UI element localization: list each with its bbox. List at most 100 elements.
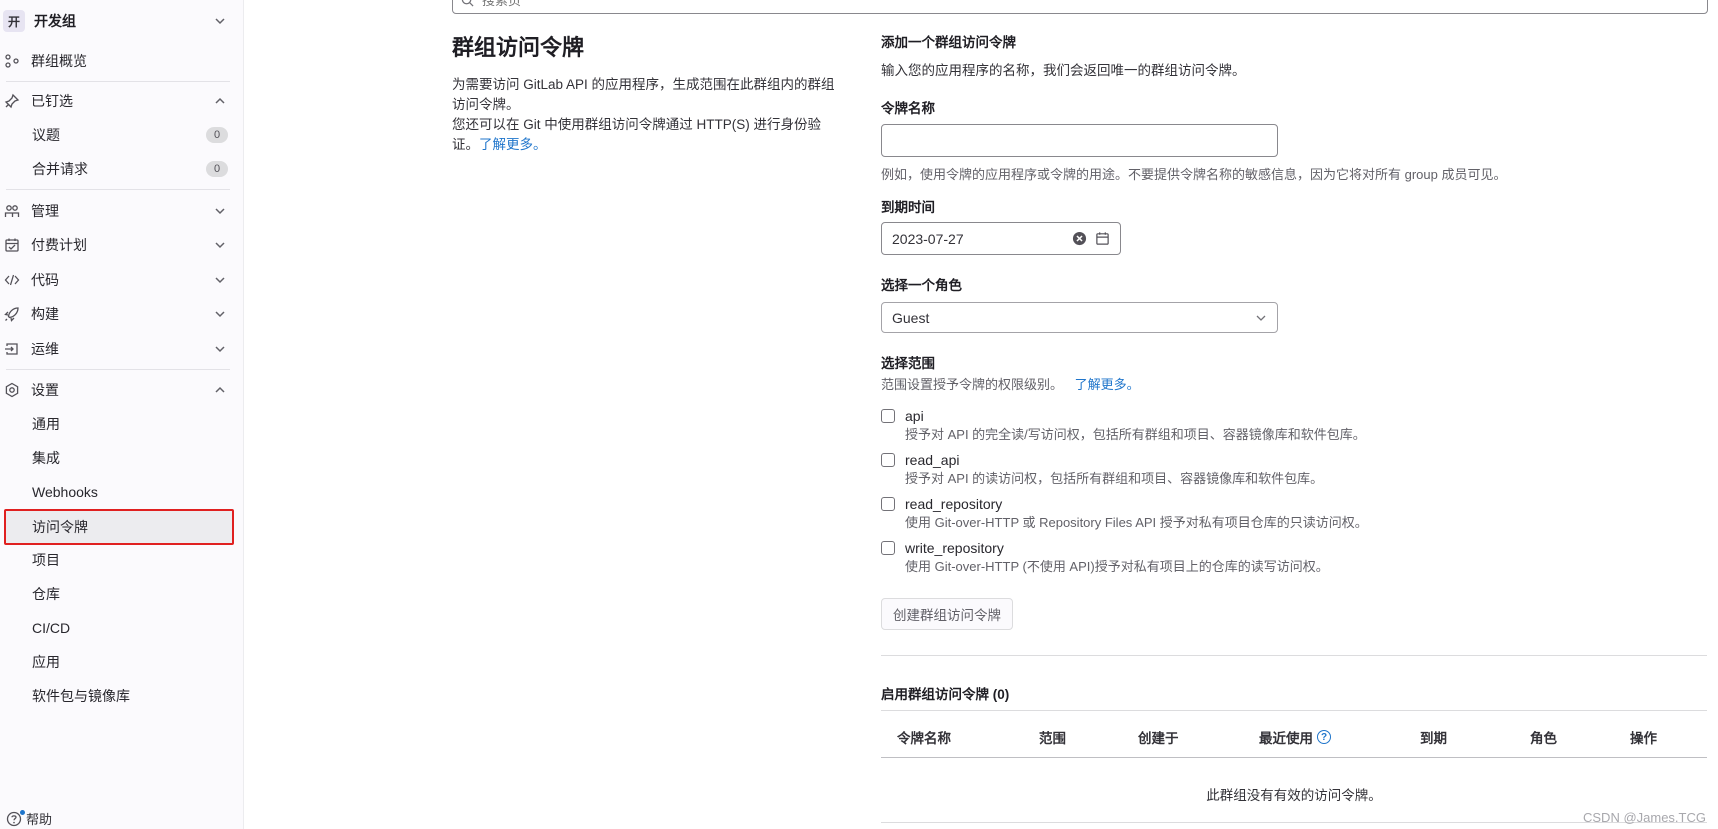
column-header-scopes: 范围 (1039, 731, 1066, 746)
sidebar-item-label: 管理 (31, 203, 59, 219)
page-title: 群组访问令牌 (452, 35, 585, 60)
expiry-date-value: 2023-07-27 (892, 230, 964, 247)
sidebar-item-label: 已钉选 (31, 93, 73, 109)
sidebar-item-access-tokens[interactable]: 访问令牌 (4, 509, 234, 545)
sidebar-item-webhooks[interactable]: Webhooks (0, 477, 236, 507)
sidebar-item-applications[interactable]: 应用 (0, 647, 236, 677)
empty-table-message: 此群组没有有效的访问令牌。 (1206, 788, 1382, 803)
table-top-border (881, 710, 1707, 711)
sidebar-item-label: 群组概览 (31, 53, 87, 69)
expiry-date-field[interactable]: 2023-07-27 (881, 222, 1121, 255)
help-button[interactable]: 帮助 (6, 809, 52, 828)
column-header-actions: 操作 (1630, 731, 1657, 746)
role-select[interactable]: Guest (881, 302, 1278, 333)
chevron-down-icon (212, 341, 228, 357)
search-icon (461, 0, 474, 7)
gear-icon (3, 381, 21, 399)
scope-read-api[interactable]: read_api 授予对 API 的读访问权，包括所有群组和项目、容器镜像库和软… (881, 450, 1323, 488)
sidebar-item-label: 合并请求 (32, 161, 88, 177)
scope-write-repository[interactable]: write_repository 使用 Git-over-HTTP (不使用 A… (881, 538, 1329, 576)
calendar-icon (3, 236, 21, 254)
watermark: CSDN @James.TCG (1583, 810, 1706, 825)
count-badge: 0 (206, 161, 228, 177)
calendar-icon[interactable] (1095, 231, 1110, 246)
token-name-input[interactable] (892, 131, 1267, 150)
search-input[interactable] (480, 0, 1707, 9)
scope-learn-more-link[interactable]: 了解更多。 (1075, 377, 1140, 392)
sidebar-item-label: 议题 (32, 127, 60, 143)
checkbox[interactable] (881, 497, 895, 511)
create-token-button[interactable]: 创建群组访问令牌 (881, 598, 1013, 630)
divider (6, 189, 230, 190)
scope-description: 授予对 API 的读访问权，包括所有群组和项目、容器镜像库和软件包库。 (905, 471, 1324, 486)
sidebar-item-merge-requests[interactable]: 合并请求 0 (0, 154, 236, 184)
learn-more-link[interactable]: 了解更多。 (479, 137, 547, 152)
sidebar-item-label: 设置 (31, 382, 59, 398)
clear-icon[interactable] (1072, 231, 1087, 246)
sidebar-section-manage[interactable]: 管理 (0, 196, 236, 226)
help-label: 帮助 (26, 812, 53, 827)
scope-name: write_repository (905, 540, 1004, 556)
search-bar[interactable] (452, 0, 1708, 14)
scope-description: 使用 Git-over-HTTP 或 Repository Files API … (905, 515, 1368, 530)
deployments-icon (3, 340, 21, 358)
scope-description: 授予对 API 的完全读/写访问权，包括所有群组和项目、容器镜像库和软件包库。 (905, 427, 1366, 442)
sidebar-section-build[interactable]: 构建 (0, 299, 236, 329)
role-label: 选择一个角色 (881, 278, 962, 293)
scope-api[interactable]: api 授予对 API 的完全读/写访问权，包括所有群组和项目、容器镜像库和软件… (881, 406, 1366, 444)
sidebar-item-general[interactable]: 通用 (0, 409, 236, 439)
sidebar-item-overview[interactable]: 群组概览 (0, 46, 236, 76)
group-avatar: 开 (3, 10, 25, 32)
sidebar-item-projects[interactable]: 项目 (0, 545, 236, 575)
sidebar-item-integrations[interactable]: 集成 (0, 443, 236, 473)
column-header-created: 创建于 (1138, 731, 1179, 746)
checkbox[interactable] (881, 541, 895, 555)
sidebar-section-pinned[interactable]: 已钉选 (0, 86, 236, 116)
token-name-field[interactable] (881, 124, 1278, 157)
sidebar-item-repository[interactable]: 仓库 (0, 579, 236, 609)
divider (6, 81, 230, 82)
scope-help: 范围设置授予令牌的权限级别。 了解更多。 (881, 374, 1140, 393)
divider (881, 655, 1707, 656)
rocket-icon (3, 305, 21, 323)
chevron-down-icon (212, 13, 228, 29)
sidebar-section-plan[interactable]: 付费计划 (0, 230, 236, 260)
sidebar: 开 开发组 群组概览 已钉选 议题 0 合并请求 0 管理 付费计划 代码 构建… (0, 0, 244, 829)
sidebar-item-ci-cd[interactable]: CI/CD (0, 613, 236, 643)
sidebar-item-issues[interactable]: 议题 0 (0, 120, 236, 150)
sidebar-section-operate[interactable]: 运维 (0, 334, 236, 364)
column-header-last-used: 最近使用 ? (1259, 727, 1331, 747)
code-icon (3, 271, 21, 289)
column-header-role: 角色 (1530, 731, 1557, 746)
scope-name: read_api (905, 452, 960, 468)
chevron-down-icon (212, 306, 228, 322)
chevron-down-icon (212, 203, 228, 219)
scope-read-repository[interactable]: read_repository 使用 Git-over-HTTP 或 Repos… (881, 494, 1368, 532)
users-icon (3, 202, 21, 220)
active-tokens-title: 启用群组访问令牌 (0) (881, 687, 1010, 702)
group-name: 开发组 (34, 13, 76, 29)
role-selected-value: Guest (892, 309, 930, 326)
sidebar-item-label: 付费计划 (31, 237, 87, 253)
sidebar-item-label: 构建 (31, 306, 59, 322)
chevron-up-icon (212, 382, 228, 398)
sidebar-item-label: 仓库 (32, 586, 60, 602)
chevron-up-icon (212, 93, 228, 109)
sidebar-item-label: 代码 (31, 272, 59, 288)
scope-help-text: 范围设置授予令牌的权限级别。 (881, 377, 1064, 392)
table-header-border (881, 757, 1707, 758)
sidebar-section-settings[interactable]: 设置 (0, 375, 236, 405)
scope-name: read_repository (905, 496, 1003, 512)
notification-dot (20, 809, 25, 815)
form-subheading: 输入您的应用程序的名称，我们会返回唯一的群组访问令牌。 (881, 63, 1246, 78)
sidebar-item-label: 软件包与镜像库 (32, 688, 130, 704)
group-switcher[interactable]: 开 开发组 (0, 7, 236, 35)
intro-description: 为需要访问 GitLab API 的应用程序，生成范围在此群组内的群组访问令牌。… (452, 75, 847, 155)
checkbox[interactable] (881, 453, 895, 467)
sidebar-section-code[interactable]: 代码 (0, 265, 236, 295)
sidebar-item-label: Webhooks (32, 484, 98, 500)
sidebar-item-packages-registries[interactable]: 软件包与镜像库 (0, 681, 236, 711)
column-header-expires: 到期 (1420, 731, 1447, 746)
checkbox[interactable] (881, 409, 895, 423)
question-icon[interactable]: ? (1317, 730, 1331, 744)
